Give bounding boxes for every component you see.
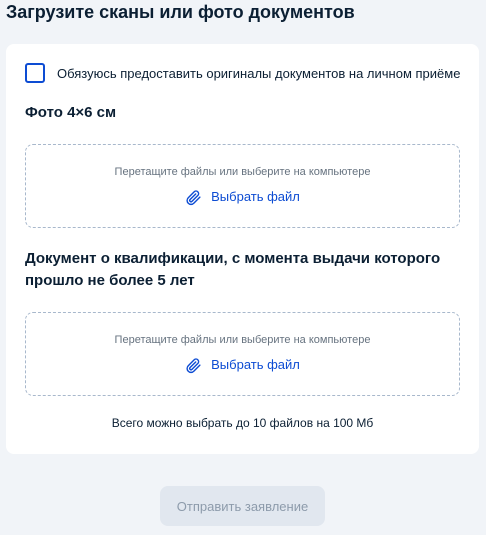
paperclip-icon xyxy=(186,189,201,205)
choose-file-button[interactable]: Выбрать файл xyxy=(26,188,459,206)
file-limit-note: Всего можно выбрать до 10 файлов на 100 … xyxy=(111,416,374,430)
choose-file-button[interactable]: Выбрать файл xyxy=(26,356,459,374)
originals-checkbox[interactable] xyxy=(25,63,45,83)
upload-card: Обязуюсь предоставить оригиналы документ… xyxy=(6,44,479,454)
choose-file-label: Выбрать файл xyxy=(211,189,300,204)
dropzone-hint: Перетащите файлы или выберите на компьют… xyxy=(114,334,371,346)
choose-file-label: Выбрать файл xyxy=(211,357,300,372)
section-title-photo: Фото 4×6 см xyxy=(25,104,117,121)
originals-checkbox-row[interactable]: Обязуюсь предоставить оригиналы документ… xyxy=(25,63,460,83)
checkbox-label: Обязуюсь предоставить оригиналы документ… xyxy=(57,65,461,81)
paperclip-icon xyxy=(186,357,201,373)
page-title: Загрузите сканы или фото документов xyxy=(6,2,355,22)
qualification-dropzone[interactable]: Перетащите файлы или выберите на компьют… xyxy=(25,312,460,396)
section-title-qualification: Документ о квалификации, с момента выдач… xyxy=(25,250,441,289)
submit-application-button[interactable]: Отправить заявление xyxy=(160,486,325,526)
dropzone-hint: Перетащите файлы или выберите на компьют… xyxy=(114,166,371,178)
photo-dropzone[interactable]: Перетащите файлы или выберите на компьют… xyxy=(25,144,460,228)
